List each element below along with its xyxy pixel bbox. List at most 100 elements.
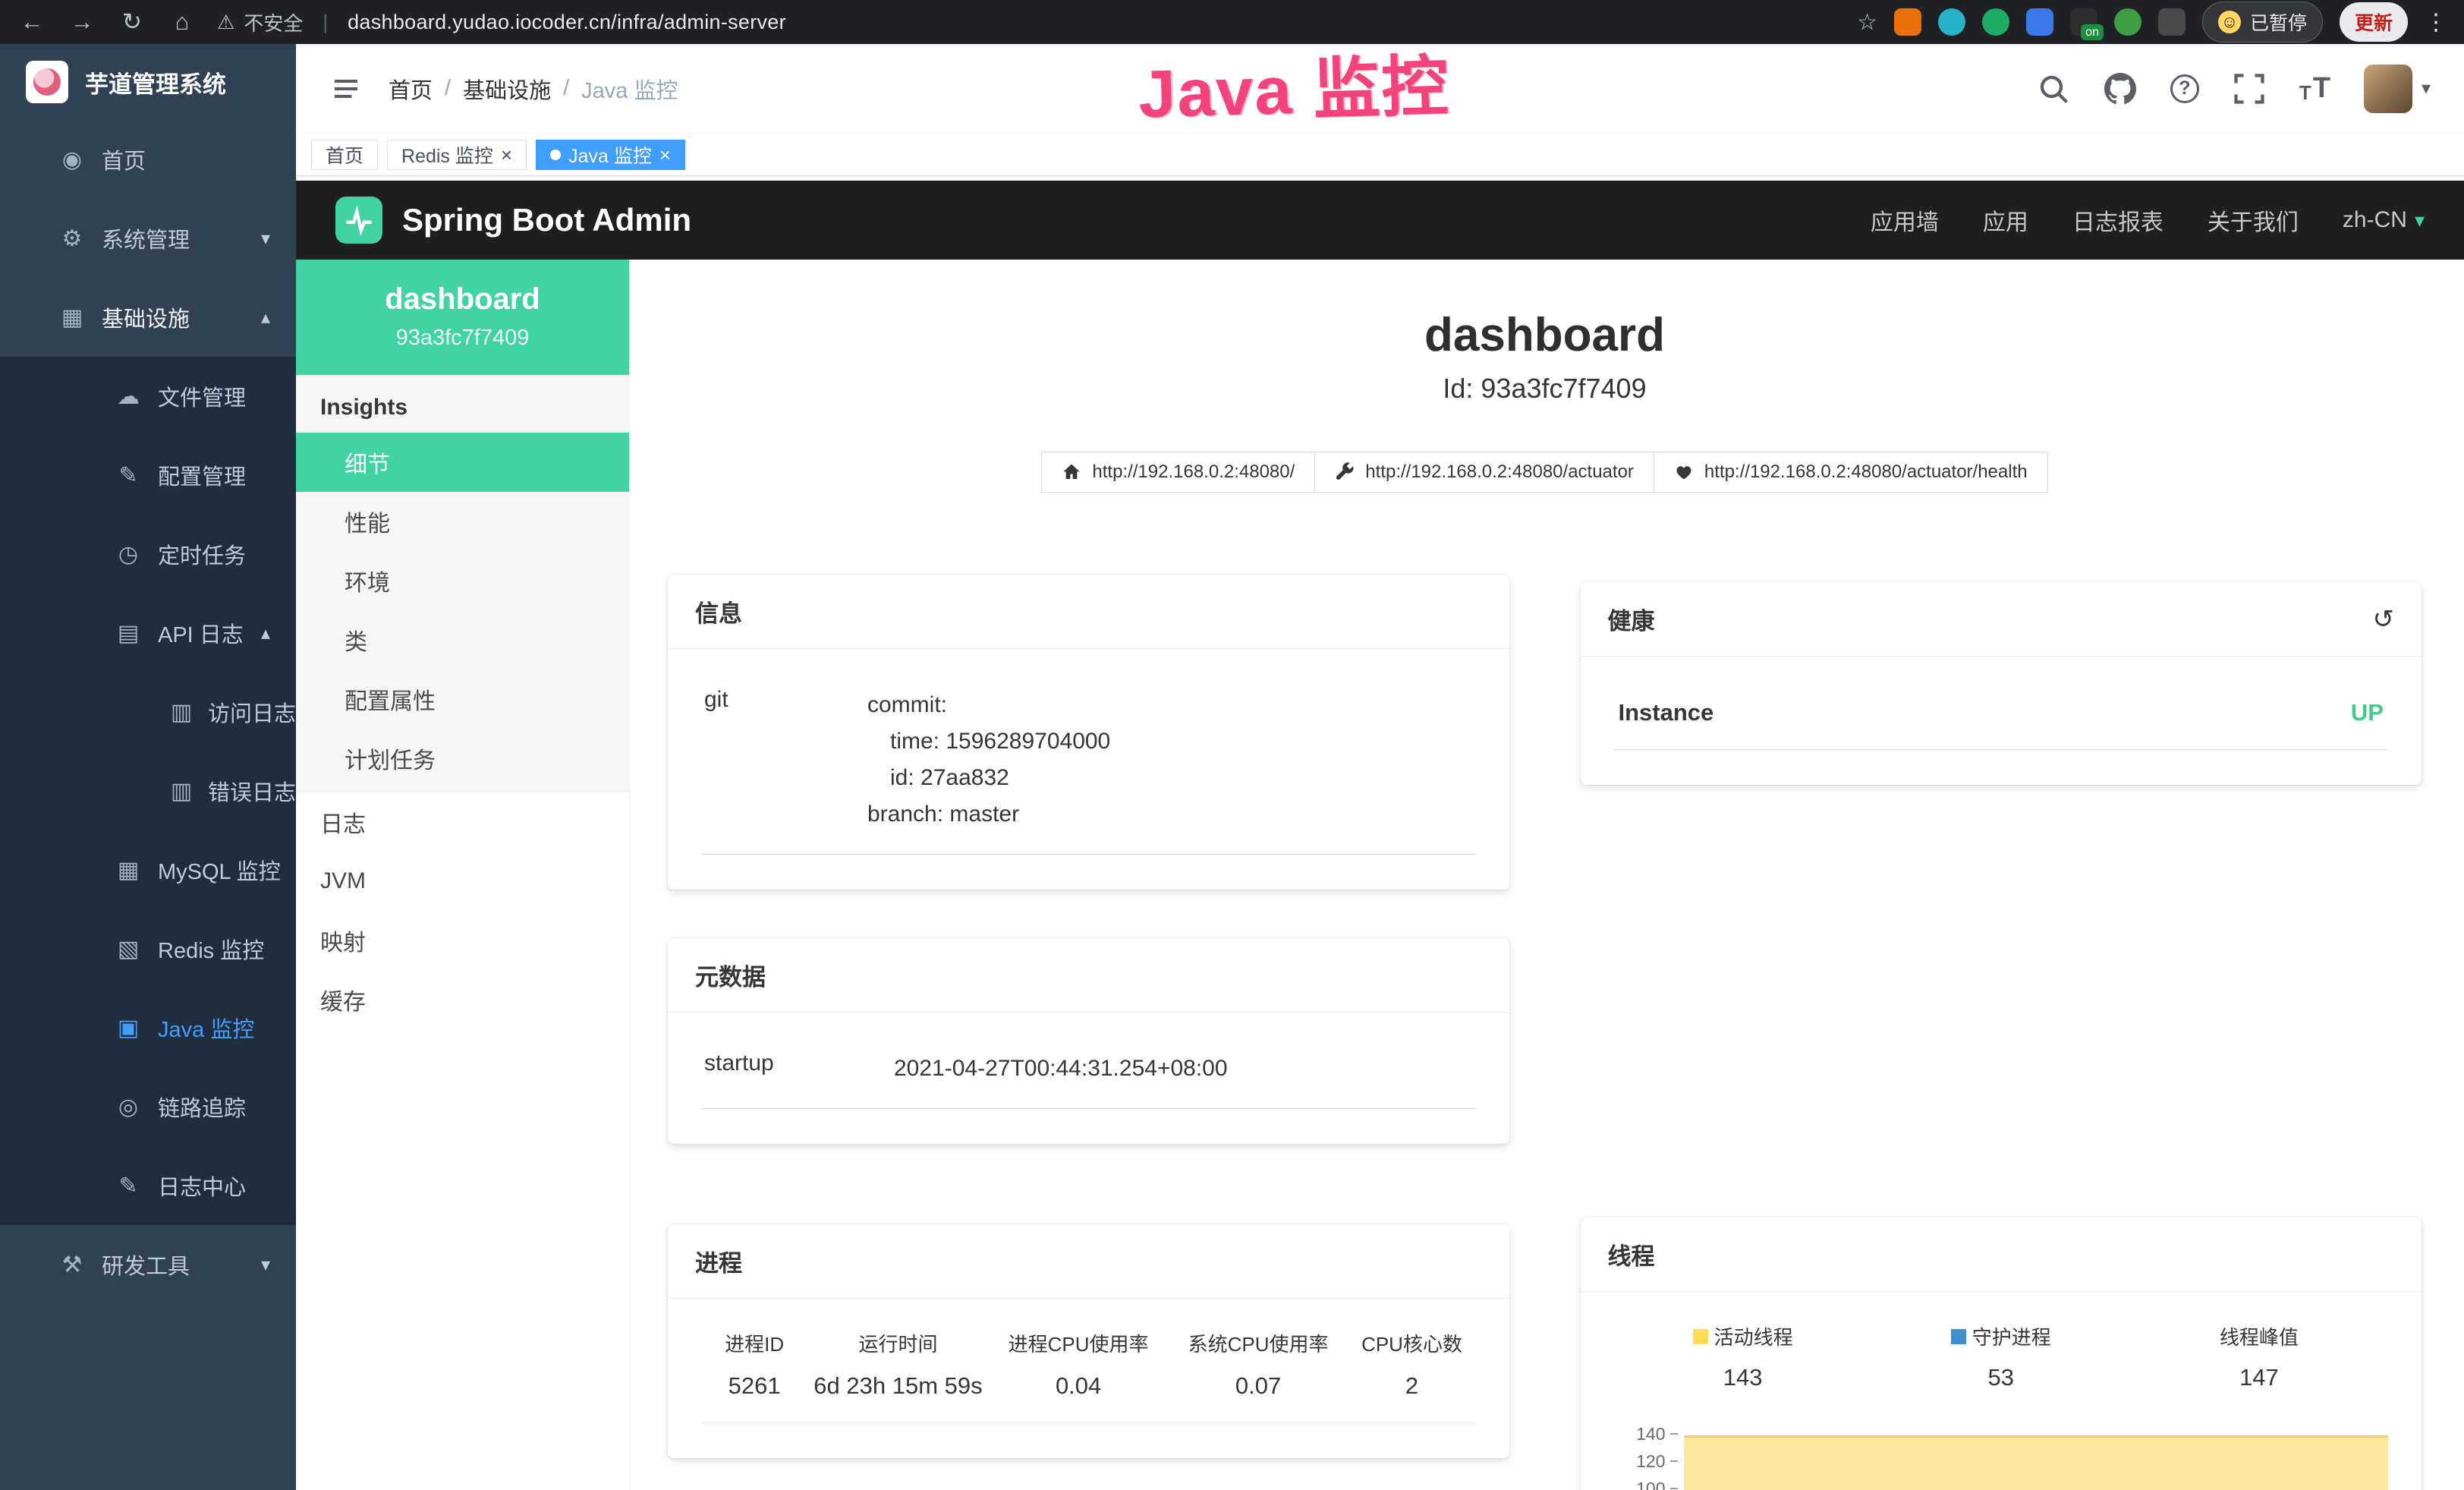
chevron-down-icon: ▾: [261, 1254, 270, 1276]
tags-view: 首页 Redis 监控 × Java 监控 ×: [296, 134, 2464, 176]
leaf-extension-icon[interactable]: [2114, 8, 2141, 36]
legend-label: 活动线程: [1714, 1322, 1793, 1350]
sba-menu-jvm[interactable]: JVM: [296, 852, 629, 911]
tab-redis-monitor[interactable]: Redis 监控 ×: [387, 140, 527, 170]
layers-icon: ▧: [114, 936, 143, 962]
sba-menu-config-props[interactable]: 配置属性: [296, 669, 629, 729]
sidebar-item-redis-monitor[interactable]: ▧ Redis 监控: [0, 909, 296, 988]
sba-content: dashboard Id: 93a3fc7f7409 http://192.16…: [630, 260, 2464, 1490]
forward-icon[interactable]: →: [67, 8, 97, 36]
sidebar-item-log-center[interactable]: ✎ 日志中心: [0, 1146, 296, 1225]
sidebar-item-api-logs[interactable]: ▤ API 日志 ▴: [0, 594, 296, 673]
security-chip[interactable]: ⚠ 不安全: [217, 8, 303, 36]
sidebar-item-infrastructure[interactable]: ▦ 基础设施 ▴: [0, 278, 296, 357]
sba-nav-about[interactable]: 关于我们: [2208, 203, 2299, 237]
font-size-icon[interactable]: T T: [2299, 72, 2330, 105]
update-button[interactable]: 更新: [2340, 2, 2408, 42]
sidebar-item-system-management[interactable]: ⚙ 系统管理 ▾: [0, 199, 296, 278]
sba-nav-applications[interactable]: 应用: [1983, 203, 2028, 237]
reload-icon[interactable]: ↻: [117, 8, 147, 36]
sba-nav-wallboard[interactable]: 应用墙: [1871, 203, 1939, 237]
spring-boot-admin: Spring Boot Admin 应用墙 应用 日志报表 关于我们 zh-CN…: [296, 181, 2464, 1490]
sidebar-item-dev-tools[interactable]: ⚒ 研发工具 ▾: [0, 1225, 296, 1304]
service-url-link[interactable]: http://192.168.0.2:48080/: [1041, 452, 1315, 493]
fullscreen-icon[interactable]: [2233, 72, 2266, 106]
grid-extension-icon[interactable]: [2026, 8, 2053, 36]
tab-java-monitor[interactable]: Java 监控 ×: [536, 140, 685, 170]
back-icon[interactable]: ←: [17, 8, 47, 36]
sba-menu-metrics[interactable]: 性能: [296, 492, 629, 551]
sba-brand: Spring Boot Admin: [402, 202, 691, 238]
sidebar-item-mysql-monitor[interactable]: ▦ MySQL 监控: [0, 830, 296, 909]
sidebar-item-scheduled-tasks[interactable]: ◷ 定时任务: [0, 515, 296, 594]
breadcrumb-home[interactable]: 首页: [389, 73, 433, 105]
hamburger-icon[interactable]: [329, 72, 363, 106]
actuator-url-link[interactable]: http://192.168.0.2:48080/actuator: [1314, 452, 1654, 493]
chart-y-axis: 140 120 100: [1614, 1420, 1678, 1490]
legend-daemon-threads: 守护进程 53: [1872, 1322, 2130, 1391]
close-icon[interactable]: ×: [501, 145, 512, 165]
fox-extension-icon[interactable]: [1894, 8, 1921, 36]
home-icon[interactable]: ⌂: [167, 8, 197, 36]
gauge-icon: ◉: [58, 146, 87, 173]
chevron-down-icon: ▾: [2422, 77, 2431, 99]
browser-actions: ☆ on ☺ 已暂停 更新 ⋮: [1857, 2, 2447, 43]
user-menu[interactable]: ▾: [2364, 65, 2431, 113]
sidebar-item-error-logs[interactable]: ▥ 错误日志: [0, 751, 296, 830]
heart-icon: [1674, 462, 1694, 482]
admin-sidebar: 芋道管理系统 ◉ 首页 ⚙ 系统管理 ▾ ▦ 基础设施 ▴ ☁ 文件管理: [0, 44, 296, 1490]
help-icon[interactable]: ?: [2170, 74, 2199, 103]
smiley-icon: ☺: [2218, 11, 2241, 33]
monitor-icon: ▦: [58, 304, 87, 331]
cell-value: 6d 23h 15m 59s: [813, 1372, 982, 1400]
sba-nav-journal[interactable]: 日志报表: [2072, 203, 2163, 237]
cell-value: 5261: [707, 1372, 801, 1400]
sidebar-item-label: 系统管理: [102, 222, 190, 254]
sidebar-item-link-tracing[interactable]: ◎ 链路追踪: [0, 1067, 296, 1146]
breadcrumb-infrastructure[interactable]: 基础设施: [463, 73, 551, 105]
tab-home[interactable]: 首页: [311, 140, 378, 170]
switch-extension-icon[interactable]: on: [2070, 8, 2097, 36]
sba-menu-classes[interactable]: 类: [296, 610, 629, 669]
sidebar-item-label: 基础设施: [102, 301, 190, 333]
paused-badge[interactable]: ☺ 已暂停: [2202, 2, 2323, 43]
sidebar-item-label: 错误日志: [208, 775, 296, 807]
sba-menu-environment[interactable]: 环境: [296, 551, 629, 610]
browser-menu-icon[interactable]: ⋮: [2425, 9, 2447, 36]
sidebar-item-java-monitor[interactable]: ▣ Java 监控: [0, 988, 296, 1067]
sidebar-item-home[interactable]: ◉ 首页: [0, 120, 296, 199]
puzzle-extension-icon[interactable]: [2158, 8, 2186, 36]
app-title: 芋道管理系统: [85, 65, 226, 99]
git-commit-line: commit:: [867, 687, 1110, 723]
sba-sidebar: dashboard 93a3fc7f7409 Insights 细节 性能 环境…: [296, 260, 630, 1490]
navbar-actions: ? T T ▾: [2037, 65, 2431, 113]
sidebar-item-access-logs[interactable]: ▥ 访问日志: [0, 673, 296, 751]
sba-menu-mappings[interactable]: 映射: [296, 911, 629, 970]
sba-menu-caches[interactable]: 缓存: [296, 970, 629, 1029]
sidebar-item-file-management[interactable]: ☁ 文件管理: [0, 357, 296, 436]
sidebar-item-config-management[interactable]: ✎ 配置管理: [0, 436, 296, 515]
legend-peak-threads: 线程峰值 147: [2130, 1322, 2388, 1391]
locale-select[interactable]: zh-CN ▾: [2343, 207, 2425, 233]
address-bar[interactable]: dashboard.yudao.iocoder.cn/infra/admin-s…: [348, 11, 1837, 34]
health-url-link[interactable]: http://192.168.0.2:48080/actuator/health: [1654, 452, 2048, 493]
sidebar-item-label: 研发工具: [102, 1249, 190, 1281]
breadcrumb-current: Java 监控: [581, 73, 678, 105]
database-icon: ▦: [114, 857, 143, 884]
history-icon[interactable]: ↺: [2373, 604, 2395, 635]
breadcrumb-separator: /: [445, 76, 451, 101]
sba-menu-logs[interactable]: 日志: [296, 792, 629, 852]
bookmark-star-icon[interactable]: ☆: [1857, 9, 1877, 36]
chevron-down-icon: ▾: [2415, 209, 2425, 232]
main-column: 首页 / 基础设施 / Java 监控 ?: [296, 44, 2464, 1490]
font-size-small: T: [2299, 81, 2311, 105]
info-card: 信息 git commit: time: 1596289704000: [668, 575, 1509, 890]
check-extension-icon[interactable]: [1982, 8, 2009, 36]
card-title: 健康: [1608, 602, 1655, 636]
sba-menu-scheduled-tasks[interactable]: 计划任务: [296, 729, 629, 788]
search-icon[interactable]: [2037, 72, 2070, 106]
sba-menu-details[interactable]: 细节: [296, 433, 629, 492]
github-icon[interactable]: [2104, 72, 2137, 106]
close-icon[interactable]: ×: [659, 145, 671, 165]
drop-extension-icon[interactable]: [1938, 8, 1965, 36]
